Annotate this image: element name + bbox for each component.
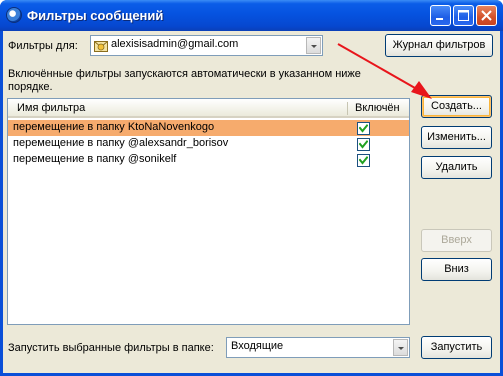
filters-window: Фильтры сообщений Фильтры для: alexisisa… xyxy=(0,0,503,376)
arrow-head-icon xyxy=(411,81,432,99)
annotation-arrow xyxy=(337,43,432,99)
